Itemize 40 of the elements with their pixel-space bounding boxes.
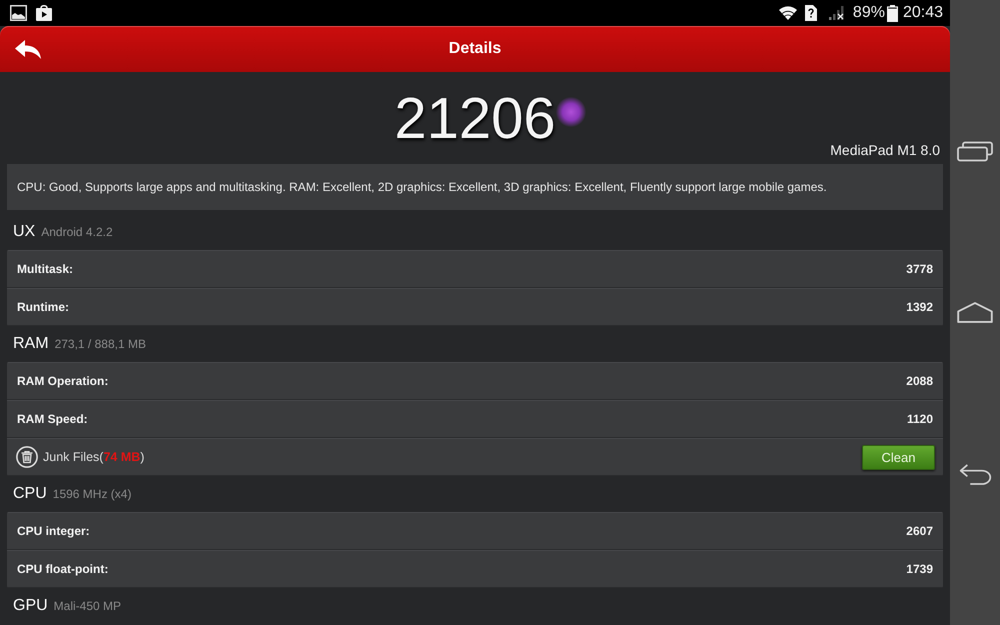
- result-label: Multitask:: [17, 262, 74, 276]
- result-value: 3778: [906, 262, 933, 276]
- trash-icon: [16, 446, 38, 468]
- result-label: RAM Operation:: [17, 374, 108, 388]
- signal-icon: [828, 6, 845, 20]
- back-arrow-icon[interactable]: [15, 40, 41, 58]
- glow-icon: [556, 97, 586, 127]
- page-title: Details: [448, 40, 502, 58]
- result-label: Runtime:: [17, 300, 69, 314]
- result-label: CPU integer:: [17, 524, 90, 538]
- section-title: UX: [13, 222, 36, 242]
- battery-icon: [886, 4, 898, 22]
- section-title: RAM: [13, 334, 49, 354]
- total-score: 21206: [394, 96, 556, 142]
- result-value: 2607: [906, 524, 933, 538]
- result-label: CPU float-point:: [17, 562, 108, 576]
- section-title: GPU: [13, 596, 48, 616]
- recent-apps-icon[interactable]: [957, 140, 993, 162]
- shopping-bag-icon: [36, 4, 52, 20]
- device-model: MediaPad M1 8.0: [830, 142, 940, 158]
- section-subtitle: Android 4.2.2: [41, 225, 113, 239]
- back-icon[interactable]: [957, 464, 993, 484]
- battery-percent: 89%: [852, 3, 885, 23]
- result-value: 1739: [906, 562, 933, 576]
- section-subtitle: Mali-450 MP: [54, 599, 122, 613]
- home-icon[interactable]: [957, 302, 993, 323]
- result-value: 1392: [906, 300, 933, 314]
- picture-icon: [10, 5, 27, 21]
- junk-files-label: Junk Files(74 MB): [43, 450, 144, 464]
- section-subtitle: 273,1 / 888,1 MB: [54, 337, 146, 351]
- section-title: CPU: [13, 484, 47, 504]
- clean-button[interactable]: Clean: [862, 444, 935, 470]
- result-label: RAM Speed:: [17, 412, 88, 426]
- section-subtitle: 1596 MHz (x4): [52, 487, 132, 501]
- result-value: 2088: [906, 374, 933, 388]
- summary-text: CPU: Good, Supports large apps and multitasking. RAM: Excellent, 2D graphics: Excellent, 3D graphics: Excellent, Fluently support large mobile games.: [17, 180, 827, 194]
- wifi-icon: [778, 6, 797, 20]
- clock-time: 20:43: [902, 3, 943, 23]
- result-value: 1120: [906, 412, 933, 426]
- sim-card-icon: [804, 5, 817, 21]
